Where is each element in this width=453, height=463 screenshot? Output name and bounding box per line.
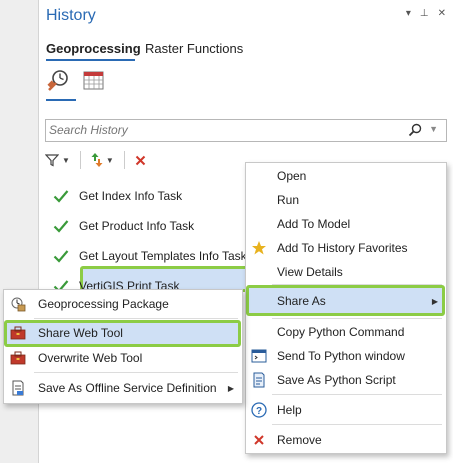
web-tool-icon: [10, 325, 26, 341]
svg-text:?: ?: [256, 406, 262, 417]
tab-geoprocessing[interactable]: Geoprocessing: [46, 41, 141, 56]
python-script-icon: [251, 372, 267, 388]
python-window-icon: [251, 348, 267, 364]
help-icon: ?: [251, 402, 267, 418]
success-check-icon: [53, 190, 69, 203]
submenu-arrow-icon: ▶: [227, 383, 234, 393]
pane-title: History: [46, 7, 96, 24]
menu-divider: [272, 318, 442, 319]
toolbar-divider: [79, 151, 81, 169]
menu-item-label: Save As Offline Service Definition: [38, 381, 217, 395]
menu-divider: [34, 318, 238, 319]
remove-icon: [135, 155, 146, 165]
star-icon: [251, 240, 267, 256]
menu-item-send-to-python-window[interactable]: Send To Python window: [246, 345, 446, 367]
search-icon[interactable]: [408, 123, 422, 137]
menu-item-run[interactable]: Run: [246, 189, 446, 211]
sort-icon: [91, 153, 103, 167]
sort-button[interactable]: ▼: [91, 152, 114, 168]
toolbar-divider: [123, 151, 125, 169]
submenu-arrow-icon: ▶: [431, 296, 438, 306]
menu-item-copy-python-command[interactable]: Copy Python Command: [246, 321, 446, 343]
menu-divider: [272, 394, 442, 395]
calendar-icon[interactable]: [83, 70, 104, 90]
menu-item-save-as-offline-service-definition[interactable]: Save As Offline Service Definition ▶: [4, 377, 242, 399]
menu-item-open[interactable]: Open: [246, 165, 446, 187]
menu-item-share-as[interactable]: Share As ▶: [246, 290, 446, 312]
clear-button[interactable]: [135, 155, 146, 166]
menu-item-label: Send To Python window: [277, 349, 405, 363]
pane-controls: ▾ ⊥ ✕: [406, 8, 446, 20]
tab-raster-functions[interactable]: Raster Functions: [145, 41, 243, 56]
context-menu: Open Run Add To Model Add To History Fav…: [245, 162, 447, 454]
pane-options-icon[interactable]: ▾: [406, 8, 411, 20]
service-definition-icon: [10, 380, 26, 396]
search-dropdown-icon[interactable]: ▼: [429, 124, 438, 134]
history-item-label: Get Layout Templates Info Task: [79, 249, 247, 263]
chevron-down-icon: ▼: [105, 155, 114, 165]
menu-item-label: Add To Model: [277, 217, 351, 231]
menu-item-help[interactable]: ? Help: [246, 399, 446, 421]
menu-item-label: Save As Python Script: [277, 373, 396, 387]
menu-item-add-to-model[interactable]: Add To Model: [246, 213, 446, 235]
menu-item-remove[interactable]: Remove: [246, 429, 446, 451]
menu-item-label: Share As: [277, 294, 326, 308]
menu-item-label: Open: [277, 169, 307, 183]
menu-divider: [272, 424, 442, 425]
history-item-label: Get Index Info Task: [79, 189, 183, 203]
list-item[interactable]: Get Index Info Task: [53, 185, 182, 207]
success-check-icon: [53, 250, 69, 263]
menu-item-geoprocessing-package[interactable]: Geoprocessing Package: [4, 293, 242, 315]
menu-item-label: Add To History Favorites: [277, 241, 408, 255]
overwrite-web-tool-icon: [10, 350, 26, 366]
close-icon[interactable]: ✕: [438, 8, 446, 20]
history-view-icon[interactable]: [47, 68, 71, 92]
success-check-icon: [53, 220, 69, 233]
menu-item-save-as-python-script[interactable]: Save As Python Script: [246, 369, 446, 391]
search-box: ▼: [45, 119, 447, 142]
menu-item-view-details[interactable]: View Details: [246, 261, 446, 283]
menu-item-label: Help: [277, 403, 302, 417]
menu-item-overwrite-web-tool[interactable]: Overwrite Web Tool: [4, 347, 242, 369]
chevron-down-icon: ▼: [62, 155, 70, 165]
history-view-underline: [46, 99, 76, 101]
package-icon: [10, 296, 26, 312]
filter-icon: [45, 154, 59, 167]
menu-item-label: Run: [277, 193, 300, 207]
remove-icon: [251, 432, 267, 448]
search-input[interactable]: [49, 122, 389, 138]
tab-underline: [46, 59, 135, 61]
menu-item-share-web-tool[interactable]: Share Web Tool: [4, 322, 242, 344]
menu-item-label: Share Web Tool: [38, 326, 123, 340]
toolbar: ▼ ▼: [45, 149, 156, 171]
menu-divider: [34, 372, 238, 373]
list-item[interactable]: Get Layout Templates Info Task: [53, 245, 247, 267]
menu-item-add-to-history-favorites[interactable]: Add To History Favorites: [246, 237, 446, 259]
share-as-submenu: Geoprocessing Package Share Web Tool Ove…: [3, 289, 243, 404]
list-item[interactable]: Get Product Info Task: [53, 215, 194, 237]
menu-item-label: Remove: [277, 433, 322, 447]
pin-icon[interactable]: ⊥: [420, 8, 429, 20]
filter-button[interactable]: ▼: [45, 153, 70, 167]
history-item-label: Get Product Info Task: [79, 219, 195, 233]
menu-item-label: View Details: [277, 265, 343, 279]
menu-item-label: Copy Python Command: [277, 325, 405, 339]
menu-item-label: Overwrite Web Tool: [38, 351, 143, 365]
menu-item-label: Geoprocessing Package: [38, 297, 169, 311]
